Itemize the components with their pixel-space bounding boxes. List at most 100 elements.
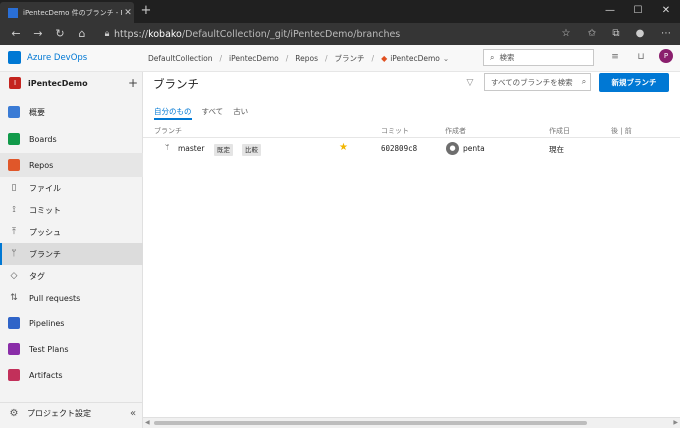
sidebar-item-label: ファイル [29,183,61,193]
sidebar-item-pull-requests[interactable]: ⇅ Pull requests [0,288,143,308]
chevron-down-icon[interactable]: ⌄ [443,54,449,63]
azure-devops-logo-icon [8,51,21,64]
sidebar-item-label: ブランチ [29,249,61,259]
sidebar-item-label: Boards [29,134,57,144]
gear-icon: ⚙ [9,408,19,419]
minimize-icon[interactable]: — [596,0,624,23]
sidebar-item-test-plans[interactable]: Test Plans [0,338,143,360]
sidebar-item-artifacts[interactable]: Artifacts [0,364,143,386]
breadcrumb-separator: / [219,54,223,63]
scroll-left-icon[interactable]: ◀ [145,419,150,426]
tab-mine[interactable]: 自分のもの [154,106,192,120]
address-bar[interactable]: 🔒︎ https://kobako/DefaultCollection/_git… [100,25,548,43]
breadcrumb-branches[interactable]: ブランチ [335,53,365,64]
sidebar-item-label: Artifacts [29,370,63,380]
created-date: 現在 [549,145,564,154]
favorites-list-icon[interactable]: ✩ [582,24,602,44]
sidebar-item-overview[interactable]: 概要 [0,101,143,123]
home-icon[interactable]: ⌂ [71,23,93,45]
table-header: ブランチ コミット 作成者 作成日 後 | 前 [143,122,680,138]
author-name: penta [463,144,485,153]
sidebar-item-label: Pull requests [29,293,81,303]
sidebar-item-repos[interactable]: Repos [0,153,143,177]
scrollbar-thumb[interactable] [154,421,587,425]
new-tab-button[interactable]: + [139,3,153,18]
forward-arrow-icon[interactable]: → [27,23,49,45]
breadcrumb-separator: / [325,54,328,63]
git-repo-icon: ◆ [381,54,388,63]
sidebar-item-tags[interactable]: ◇ タグ [0,266,143,286]
sidebar-item-boards[interactable]: Boards [0,128,143,150]
column-created: 作成日 [549,127,570,135]
branch-icon: ᛘ [11,249,17,259]
lock-icon: 🔒︎ [104,29,110,39]
project-header[interactable]: I iPentecDemo + [0,72,143,94]
project-icon: I [9,77,21,89]
sidebar-item-label: 概要 [29,107,45,117]
browser-tab-title: iPentecDemo 件のブランチ - Repos [23,8,122,17]
branch-name[interactable]: master [178,144,204,153]
shopping-bag-icon[interactable]: ⊔ [634,50,648,64]
table-row[interactable]: ᛘ master 既定 比較 ★ 602809c8 ● penta 現在 [143,141,680,159]
brand-name: Azure DevOps [27,52,88,63]
header-search-box[interactable]: ⌕ 検索 [483,49,594,66]
sidebar-item-pushes[interactable]: ⤒ プッシュ [0,222,143,242]
overview-icon [8,106,20,118]
breadcrumb-separator: / [371,54,375,63]
sidebar-item-label: Pipelines [29,318,65,328]
boards-icon [8,133,20,145]
maximize-icon[interactable]: ☐ [624,0,652,23]
favorite-star-icon[interactable]: ★ [339,142,348,153]
commit-id[interactable]: 602809c8 [381,144,417,153]
more-icon[interactable]: ⋯ [656,24,676,44]
test-plans-icon [8,343,20,355]
horizontal-scrollbar[interactable]: ◀ ▶ [143,417,680,428]
close-tab-icon[interactable]: ✕ [122,8,134,18]
collections-icon[interactable]: ⧉ [606,24,626,44]
repos-icon [8,159,20,171]
filter-icon[interactable]: ▽ [464,78,476,90]
new-branch-button[interactable]: 新規ブランチ [599,73,669,92]
branch-search-placeholder: すべてのブランチを検索 [491,77,573,87]
breadcrumb-repos[interactable]: Repos [295,54,318,63]
sidebar-item-label: タグ [29,271,45,281]
task-list-icon[interactable]: ≡ [608,50,622,64]
tab-stale[interactable]: 古い [233,106,248,117]
project-settings-label: プロジェクト設定 [27,409,91,418]
column-author: 作成者 [445,127,466,135]
project-settings[interactable]: ⚙ プロジェクト設定 « [0,402,143,424]
header-search-placeholder: 検索 [499,53,515,62]
add-icon[interactable]: + [123,76,143,90]
refresh-icon[interactable]: ↻ [49,23,71,45]
sidebar-item-label: Repos [29,160,54,170]
sidebar-item-files[interactable]: ▯ ファイル [0,178,143,198]
browser-tab[interactable]: iPentecDemo 件のブランチ - Repos ✕ [0,2,134,23]
scroll-right-icon[interactable]: ▶ [673,419,678,426]
sidebar-item-branches[interactable]: ᛘ ブランチ [0,243,143,265]
project-name: iPentecDemo [28,78,88,88]
column-commit: コミット [381,127,409,135]
sidebar-item-commits[interactable]: ⟟ コミット [0,200,143,220]
pipelines-icon [8,317,20,329]
profile-icon[interactable]: ● [630,24,650,44]
page-title: ブランチ [153,77,199,91]
back-arrow-icon[interactable]: ← [5,23,27,45]
window-close-icon[interactable]: ✕ [652,0,680,23]
sidebar-item-pipelines[interactable]: Pipelines [0,312,143,334]
sidebar-item-label: コミット [29,205,61,215]
favorite-star-icon[interactable]: ☆ [556,24,576,44]
azure-devops-logo[interactable]: Azure DevOps [8,51,87,64]
user-avatar[interactable]: P [659,49,673,63]
url-scheme: https:// [114,28,149,40]
breadcrumb-repo-selector[interactable]: iPentecDemo [390,54,440,63]
tab-all[interactable]: すべて [202,106,224,117]
pull-request-icon: ⇅ [10,293,18,303]
breadcrumb-project[interactable]: iPentecDemo [229,54,279,63]
compare-badge: 比較 [242,144,261,156]
breadcrumb-separator: / [285,54,289,63]
collapse-sidebar-icon[interactable]: « [123,408,143,419]
breadcrumb-collection[interactable]: DefaultCollection [148,54,213,63]
branch-search-box[interactable]: すべてのブランチを検索 ⌕ [484,73,591,91]
file-icon: ▯ [11,183,17,193]
browser-tab-bar: iPentecDemo 件のブランチ - Repos ✕ + — ☐ ✕ [0,0,680,23]
